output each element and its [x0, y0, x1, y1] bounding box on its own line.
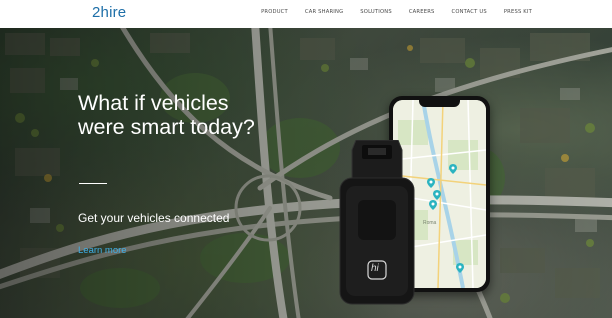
map-marker-icon[interactable]	[449, 164, 457, 174]
map-marker-icon[interactable]	[456, 263, 464, 273]
map-marker-icon[interactable]	[429, 200, 437, 210]
hero-headline: What if vehicles were smart today?	[78, 91, 308, 139]
hero-subheadline: Get your vehicles connected	[78, 211, 230, 225]
site-header: 2hire PRODUCT CAR SHARING SOLUTIONS CARE…	[0, 0, 612, 28]
obd-device-logo-text: hi	[371, 263, 379, 274]
obd-device: hi	[338, 139, 416, 305]
obd-device-graphic	[339, 139, 415, 305]
hero-headline-line-2: were smart today?	[78, 115, 255, 139]
hero-headline-line-1: What if vehicles	[78, 91, 229, 115]
hero-section: What if vehicles were smart today? Get y…	[0, 28, 612, 318]
map-marker-icon[interactable]	[427, 178, 435, 188]
nav-item-product[interactable]: PRODUCT	[261, 9, 288, 15]
map-marker-icon[interactable]	[433, 190, 441, 200]
nav-item-careers[interactable]: CAREERS	[409, 9, 435, 15]
hero-overlay	[0, 28, 612, 318]
nav-item-solutions[interactable]: SOLUTIONS	[360, 9, 392, 15]
main-nav: PRODUCT CAR SHARING SOLUTIONS CAREERS CO…	[261, 9, 532, 15]
brand-logo[interactable]: 2hire	[92, 4, 126, 21]
nav-item-press-kit[interactable]: PRESS KIT	[504, 9, 532, 15]
nav-item-contact-us[interactable]: CONTACT US	[452, 9, 487, 15]
nav-item-car-sharing[interactable]: CAR SHARING	[305, 9, 343, 15]
map-city-label: Roma	[423, 220, 437, 226]
hero-divider	[79, 183, 107, 184]
learn-more-link[interactable]: Learn more	[78, 245, 127, 256]
phone-notch	[419, 100, 460, 107]
